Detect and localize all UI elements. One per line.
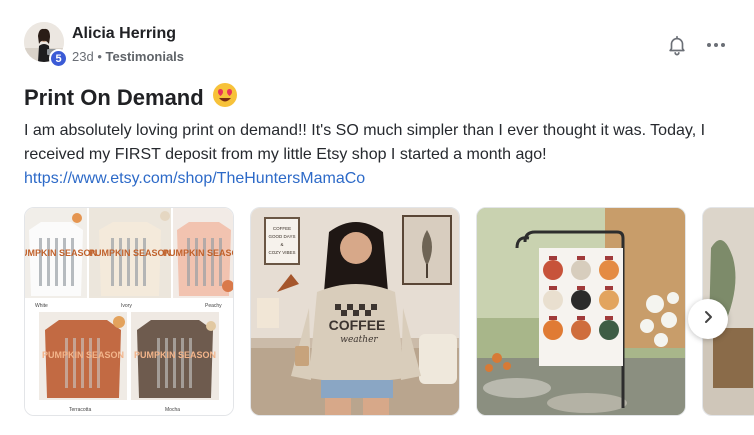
author-name[interactable]: Alicia Herring (72, 25, 176, 43)
color-label-mocha: Mocha (165, 407, 180, 413)
color-label-peachy: Peachy (205, 303, 222, 309)
gallery-image-2[interactable]: COFFEE GOOD DAYS & COZY VIBES COFFEE wea… (250, 207, 460, 416)
post-card: 5 Alicia Herring 23d • Testimonials Prin… (0, 0, 754, 435)
sweatshirt-text-2: weather (340, 335, 378, 345)
post-title: Print On Demand (24, 82, 238, 114)
poster-line-1: COFFEE (273, 226, 291, 231)
gallery-image-1[interactable]: PUMPKIN SEASON PUMPKIN SEASON PUMPKIN SE… (24, 207, 234, 416)
post-body: I am absolutely loving print on demand!!… (24, 122, 706, 163)
shirt-text-terracotta: PUMPKIN SEASON (42, 350, 124, 360)
shop-link[interactable]: https://www.etsy.com/shop/TheHuntersMama… (24, 167, 365, 191)
post-age: 23d (72, 49, 94, 64)
shirt-text-peachy: PUMPKIN SEASON (163, 248, 234, 258)
shirt-text-white: PUMPKIN SEASON (25, 248, 97, 258)
color-label-terracotta: Terracotta (69, 407, 91, 413)
gallery-image-3[interactable] (476, 207, 686, 416)
level-badge: 5 (49, 49, 68, 68)
post-category[interactable]: Testimonials (106, 49, 185, 64)
gallery-next-button[interactable] (688, 299, 728, 339)
post-meta: 23d • Testimonials (72, 49, 184, 64)
heart-eyes-emoji-icon (212, 82, 238, 114)
post-title-text: Print On Demand (24, 85, 204, 110)
poster-line-3: & (280, 242, 283, 247)
meta-separator: • (97, 49, 102, 64)
sweatshirt-text-1: COFFEE (329, 317, 386, 333)
shirt-text-ivory: PUMPKIN SEASON (89, 248, 171, 258)
chevron-right-icon (701, 310, 715, 329)
shirt-text-mocha: PUMPKIN SEASON (134, 350, 216, 360)
author-avatar[interactable]: 5 (24, 22, 68, 68)
color-label-white: White (35, 303, 48, 309)
more-horizontal-icon[interactable] (704, 36, 728, 54)
color-label-ivory: Ivory (121, 303, 132, 309)
poster-line-4: COZY VIBES (269, 250, 296, 255)
bell-icon[interactable] (666, 34, 688, 56)
poster-line-2: GOOD DAYS (269, 234, 296, 239)
